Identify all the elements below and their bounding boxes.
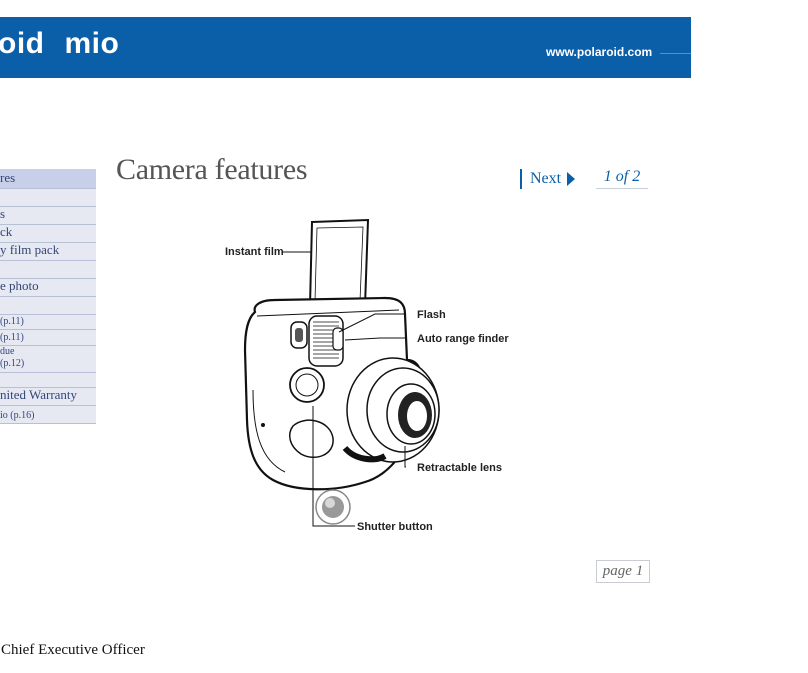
sidebar-item-film-pack[interactable]: y film pack <box>0 243 96 261</box>
next-label: Next <box>530 170 562 187</box>
page-number-box: page 1 <box>596 560 650 583</box>
sidebar-item-p11-b[interactable]: (p.11) <box>0 330 96 346</box>
callout-shutter-button: Shutter button <box>357 521 433 533</box>
next-divider <box>520 169 522 189</box>
sidebar-item-p16[interactable]: io (p.16) <box>0 406 96 424</box>
sidebar-item-warranty[interactable]: nited Warranty <box>0 388 96 406</box>
sidebar-item-photo[interactable]: e photo <box>0 279 96 297</box>
sidebar-item-blank-2[interactable] <box>0 261 96 279</box>
brand-product: mio <box>64 27 120 60</box>
sidebar-item-blank-1[interactable] <box>0 189 96 207</box>
website-link[interactable]: www.polaroid.com <box>546 45 652 59</box>
banner-rule <box>660 53 691 54</box>
callout-auto-range-finder: Auto range finder <box>417 333 509 345</box>
sidebar-item-p12[interactable]: due (p.12) <box>0 346 96 373</box>
sidebar-item-p11-a[interactable]: (p.11) <box>0 315 96 330</box>
callout-retractable-lens: Retractable lens <box>417 462 502 474</box>
page-title: Camera features <box>116 153 308 186</box>
sidebar-item-camera-features[interactable]: res <box>0 169 96 189</box>
callout-flash: Flash <box>417 309 446 321</box>
sidebar-item-blank-3[interactable] <box>0 297 96 315</box>
next-arrow-icon <box>567 172 576 186</box>
sidebar-item-s[interactable]: s <box>0 207 96 225</box>
sidebar-item-ck[interactable]: ck <box>0 225 96 243</box>
sidebar-nav: res s ck y film pack e photo (p.11) (p.1… <box>0 169 96 424</box>
next-button[interactable]: Next <box>520 168 576 190</box>
camera-diagram: Instant film Flash Auto range finder Ret… <box>225 218 509 533</box>
sidebar-item-blank-4[interactable] <box>0 373 96 388</box>
callout-instant-film: Instant film <box>225 246 284 258</box>
header-banner: oid mio www.polaroid.com <box>0 17 691 78</box>
footer-text: Chief Executive Officer <box>1 642 145 658</box>
brand-partial: oid <box>0 27 45 60</box>
brand-logo: oid mio <box>0 27 119 61</box>
page-counter: 1 of 2 <box>596 168 648 189</box>
instant-film-graphic <box>308 218 370 307</box>
